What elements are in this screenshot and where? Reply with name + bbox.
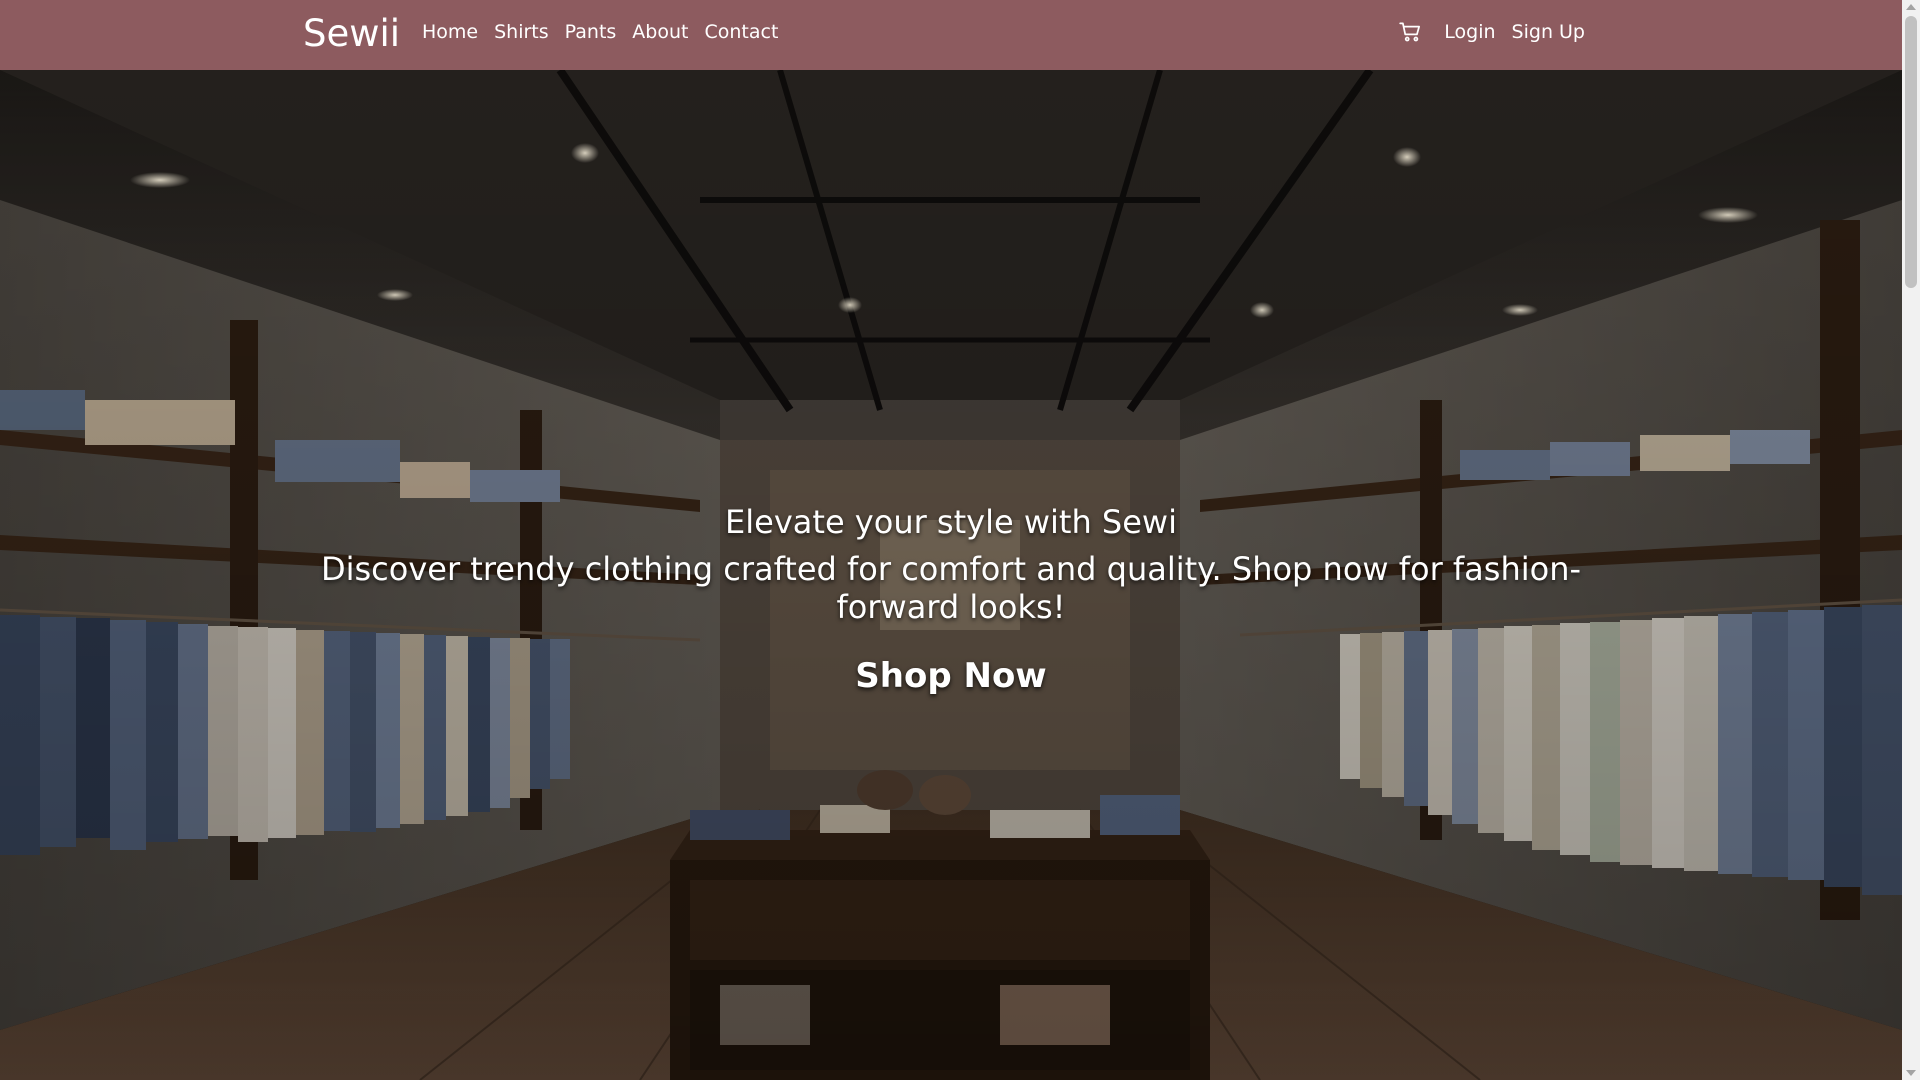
login-link[interactable]: Login	[1436, 19, 1503, 45]
page: Sewii Home Shirts Pants About Contact Lo…	[0, 0, 1902, 1080]
hero-subheadline: Discover trendy clothing crafted for com…	[320, 550, 1582, 626]
nav-link-about[interactable]: About	[624, 19, 696, 45]
nav-link-contact[interactable]: Contact	[696, 19, 786, 45]
shopping-cart-icon[interactable]	[1398, 19, 1424, 45]
hero-headline: Elevate your style with Sewi	[725, 503, 1177, 541]
brand-logo[interactable]: Sewii	[303, 10, 400, 58]
hero-section: Elevate your style with Sewi Discover tr…	[0, 70, 1902, 1080]
nav-link-pants[interactable]: Pants	[557, 19, 625, 45]
hero-text: Elevate your style with Sewi Discover tr…	[300, 502, 1602, 696]
vertical-scrollbar[interactable]	[1902, 0, 1920, 1080]
shop-now-button[interactable]: Shop Now	[855, 656, 1046, 696]
scroll-down-icon[interactable]	[1906, 1070, 1916, 1076]
signup-link[interactable]: Sign Up	[1504, 19, 1593, 45]
nav-link-home[interactable]: Home	[414, 19, 486, 45]
nav-links: Home Shirts Pants About Contact	[414, 19, 786, 45]
scroll-up-icon[interactable]	[1906, 4, 1916, 10]
scroll-thumb[interactable]	[1905, 16, 1917, 288]
top-navbar: Sewii Home Shirts Pants About Contact Lo…	[0, 0, 1902, 70]
nav-right-actions: Login Sign Up	[1398, 19, 1593, 45]
nav-link-shirts[interactable]: Shirts	[486, 19, 557, 45]
